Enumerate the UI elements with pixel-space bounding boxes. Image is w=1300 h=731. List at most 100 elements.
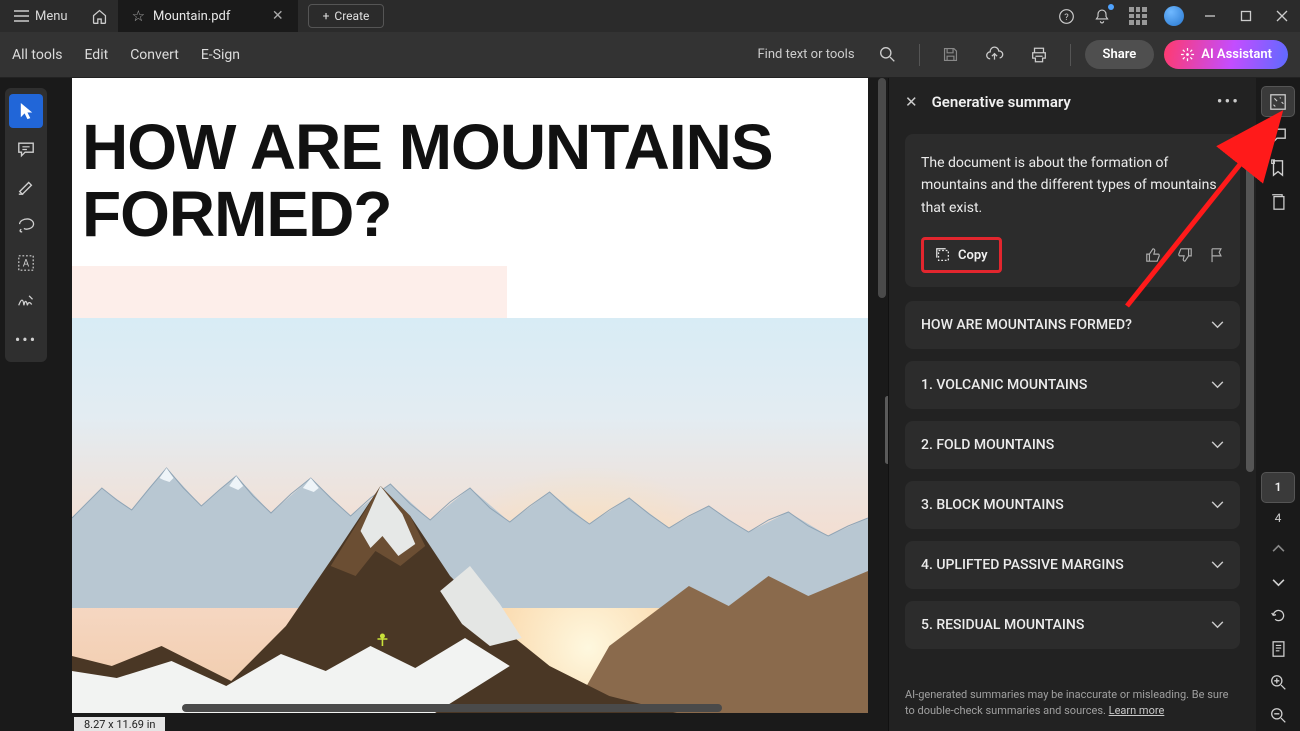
edit-menu[interactable]: Edit	[84, 47, 108, 63]
chevron-down-icon	[1211, 321, 1224, 329]
section-title: 2. FOLD MOUNTAINS	[921, 437, 1054, 453]
window-maximize-button[interactable]	[1228, 0, 1264, 32]
page-display-button[interactable]	[1261, 633, 1295, 664]
right-nav-rail: 1 4	[1256, 78, 1300, 731]
help-button[interactable]: ?	[1048, 0, 1084, 32]
text-tool[interactable]: A	[9, 246, 43, 280]
convert-menu[interactable]: Convert	[130, 47, 179, 63]
speech-bubble-icon	[1269, 127, 1287, 144]
profile-button[interactable]	[1156, 0, 1192, 32]
search-button[interactable]	[871, 38, 905, 72]
document-tab[interactable]: ☆ Mountain.pdf ✕	[118, 0, 298, 32]
bookmarks-panel-toggle[interactable]	[1261, 153, 1295, 184]
rotate-view-button[interactable]	[1261, 600, 1295, 631]
panel-scrollbar[interactable]	[1246, 132, 1254, 472]
favorite-star-icon[interactable]: ☆	[132, 7, 145, 25]
generative-summary-toggle[interactable]	[1261, 86, 1295, 117]
svg-text:?: ?	[1064, 11, 1069, 22]
doc-horizontal-scrollbar[interactable]	[182, 703, 874, 713]
save-icon	[942, 46, 959, 63]
home-button[interactable]	[82, 0, 118, 32]
draw-tool[interactable]	[9, 208, 43, 242]
window-minimize-button[interactable]	[1192, 0, 1228, 32]
window-close-button[interactable]	[1264, 0, 1300, 32]
copy-label: Copy	[958, 248, 988, 263]
prev-page-button[interactable]	[1261, 533, 1295, 564]
share-button[interactable]: Share	[1085, 40, 1155, 69]
home-icon	[91, 8, 108, 25]
summary-section-2[interactable]: 2. FOLD MOUNTAINS	[905, 421, 1240, 469]
more-tools[interactable]: •••	[9, 322, 43, 356]
tab-close-icon[interactable]: ✕	[272, 8, 284, 24]
comments-panel-toggle[interactable]	[1261, 119, 1295, 150]
next-page-button[interactable]	[1261, 566, 1295, 597]
page-size-status: 8.27 x 11.69 in	[74, 717, 165, 731]
plus-icon: +	[323, 9, 330, 23]
apps-button[interactable]	[1120, 0, 1156, 32]
svg-text:A: A	[23, 259, 30, 270]
section-title: 5. RESIDUAL MOUNTAINS	[921, 617, 1084, 633]
zoom-in-icon	[1270, 674, 1287, 691]
panel-menu-button[interactable]: •••	[1217, 92, 1240, 112]
zoom-in-button[interactable]	[1261, 666, 1295, 697]
select-tool[interactable]	[9, 94, 43, 128]
decorative-strip	[72, 266, 507, 318]
current-page-input[interactable]: 1	[1261, 472, 1295, 503]
zoom-out-icon	[1270, 707, 1287, 724]
flag-button[interactable]	[1209, 247, 1224, 263]
summary-section-4[interactable]: 4. UPLIFTED PASSIVE MARGINS	[905, 541, 1240, 589]
highlight-tool[interactable]	[9, 170, 43, 204]
summary-section-0[interactable]: HOW ARE MOUNTAINS FORMED?	[905, 301, 1240, 349]
create-label: Create	[334, 9, 369, 23]
pdf-page[interactable]: HOW ARE MOUNTAINS FORMED?	[72, 78, 868, 713]
thumbs-up-icon	[1145, 247, 1161, 263]
menu-button[interactable]: Menu	[0, 0, 82, 32]
chevron-down-icon	[1211, 381, 1224, 389]
print-icon	[1030, 46, 1048, 63]
ai-assistant-button[interactable]: AI Assistant	[1164, 40, 1288, 69]
close-icon	[1276, 10, 1288, 22]
comment-tool[interactable]	[9, 132, 43, 166]
learn-more-link[interactable]: Learn more	[1109, 704, 1165, 717]
sign-tool[interactable]	[9, 284, 43, 318]
copy-summary-button[interactable]: Copy	[921, 237, 1002, 273]
print-button[interactable]	[1022, 38, 1056, 72]
search-icon	[879, 46, 896, 63]
section-title: HOW ARE MOUNTAINS FORMED?	[921, 317, 1132, 333]
cloud-upload-button[interactable]	[978, 38, 1012, 72]
all-tools-menu[interactable]: All tools	[12, 47, 62, 63]
summary-section-5[interactable]: 5. RESIDUAL MOUNTAINS	[905, 601, 1240, 649]
chevron-down-icon	[1211, 441, 1224, 449]
tab-title: Mountain.pdf	[153, 9, 230, 24]
signature-icon	[17, 293, 36, 309]
maximize-icon	[1240, 10, 1252, 22]
pages-icon	[1270, 193, 1287, 211]
page-layout-icon	[1271, 640, 1286, 658]
cloud-upload-icon	[985, 46, 1004, 63]
section-title: 3. BLOCK MOUNTAINS	[921, 497, 1064, 513]
summary-section-3[interactable]: 3. BLOCK MOUNTAINS	[905, 481, 1240, 529]
thumbnails-panel-toggle[interactable]	[1261, 186, 1295, 217]
panel-resize-handle[interactable]	[885, 396, 888, 464]
bell-icon	[1094, 8, 1110, 25]
section-title: 1. VOLCANIC MOUNTAINS	[921, 377, 1087, 393]
generative-summary-panel: ✕ Generative summary ••• The document is…	[888, 78, 1256, 731]
zoom-out-button[interactable]	[1261, 700, 1295, 731]
highlighter-icon	[17, 178, 35, 196]
notifications-button[interactable]	[1084, 0, 1120, 32]
thumbs-up-button[interactable]	[1145, 247, 1161, 263]
hamburger-icon	[14, 10, 29, 22]
chevron-down-icon	[1211, 501, 1224, 509]
find-label: Find text or tools	[758, 47, 855, 62]
close-panel-button[interactable]: ✕	[905, 93, 918, 111]
esign-menu[interactable]: E-Sign	[201, 47, 240, 63]
lasso-icon	[17, 217, 36, 233]
create-button[interactable]: + Create	[308, 4, 385, 28]
summary-section-1[interactable]: 1. VOLCANIC MOUNTAINS	[905, 361, 1240, 409]
ai-sparkle-icon	[1180, 47, 1195, 62]
thumbs-down-button[interactable]	[1177, 247, 1193, 263]
section-title: 4. UPLIFTED PASSIVE MARGINS	[921, 557, 1124, 573]
save-button[interactable]	[934, 38, 968, 72]
apps-grid-icon	[1129, 7, 1147, 25]
comment-icon	[17, 141, 35, 158]
